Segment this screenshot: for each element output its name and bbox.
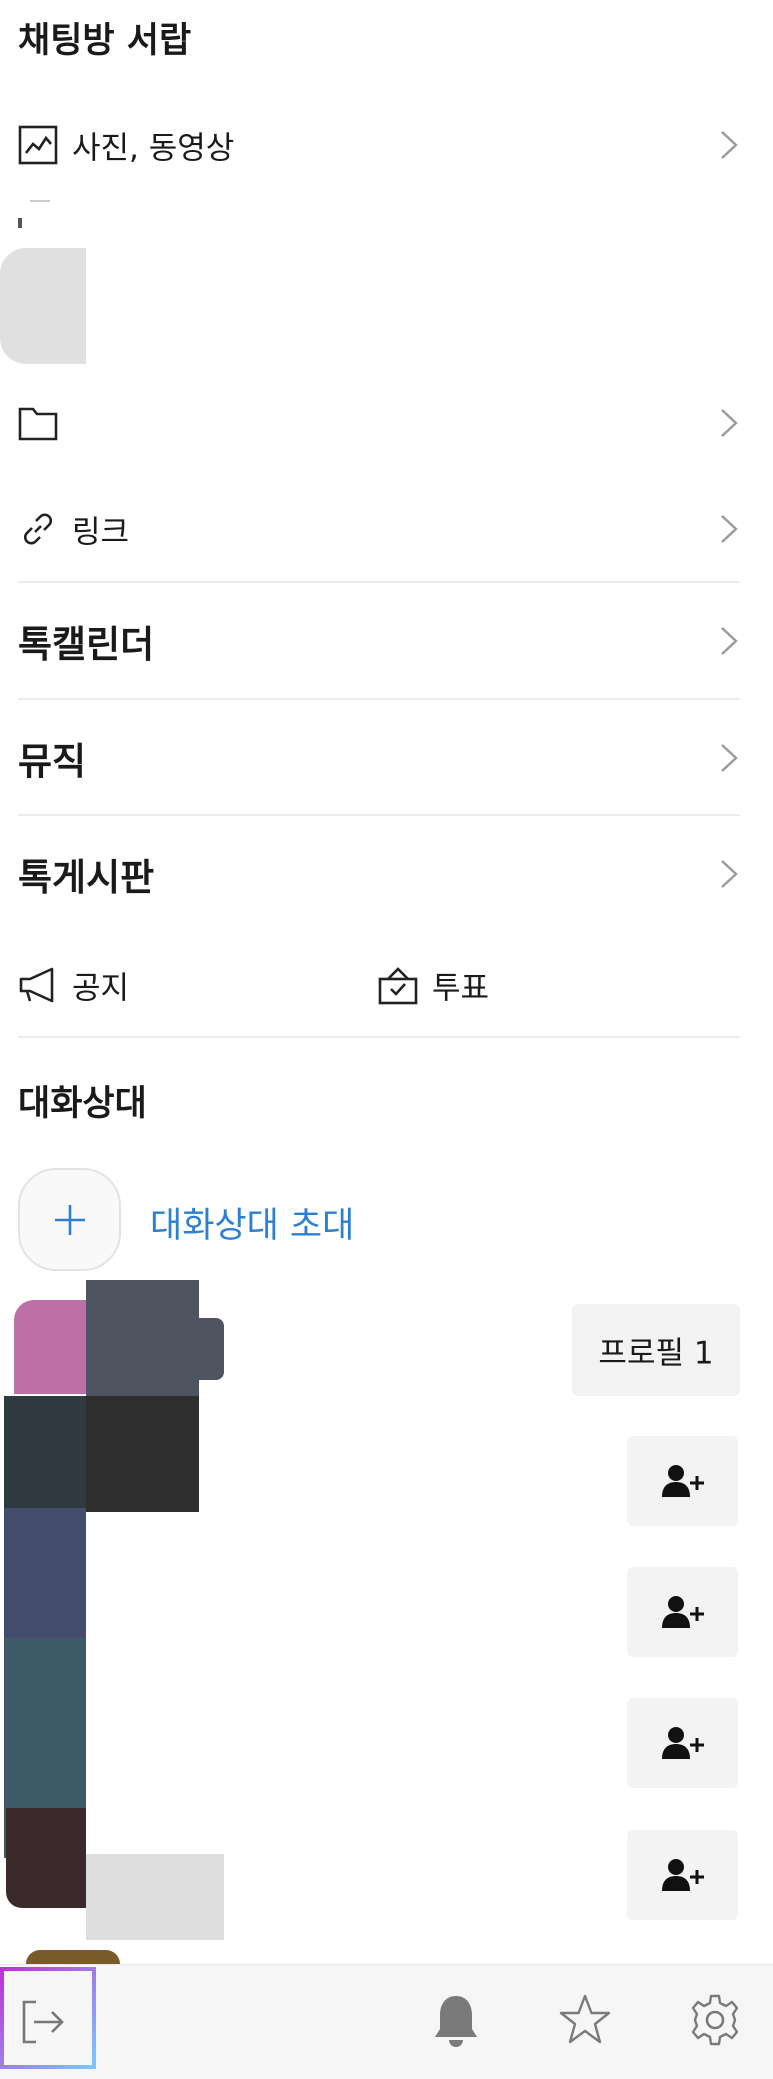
star-icon[interactable] bbox=[558, 1993, 612, 2047]
add-friend-button[interactable] bbox=[627, 1436, 738, 1526]
megaphone-icon bbox=[18, 965, 58, 1005]
ballot-box-icon bbox=[378, 965, 418, 1005]
add-friend-button[interactable] bbox=[627, 1830, 738, 1920]
exit-button-highlight[interactable] bbox=[0, 1967, 96, 2069]
vote-label: 투표 bbox=[432, 970, 490, 1007]
image-icon bbox=[18, 125, 58, 165]
profile-button-label: 프로필 1 bbox=[598, 1335, 714, 1372]
bottom-toolbar bbox=[0, 1964, 773, 2079]
folder-icon bbox=[18, 403, 58, 443]
divider bbox=[18, 1036, 740, 1038]
profile-button[interactable]: 프로필 1 bbox=[572, 1304, 740, 1396]
notice-label: 공지 bbox=[72, 970, 130, 1007]
notice-action[interactable]: 공지 bbox=[0, 940, 360, 1030]
add-friend-button[interactable] bbox=[627, 1698, 738, 1788]
chevron-right-icon bbox=[721, 744, 738, 772]
media-thumbnail-redacted bbox=[0, 248, 86, 364]
file-row[interactable] bbox=[0, 378, 773, 468]
thumbnail-tick bbox=[18, 218, 22, 228]
talk-calendar-row[interactable]: 톡캘린더 bbox=[0, 583, 773, 699]
link-label: 링크 bbox=[72, 514, 130, 551]
media-row[interactable]: 사진, 동영상 bbox=[0, 100, 773, 190]
link-icon bbox=[18, 509, 58, 549]
member-avatar-redacted bbox=[6, 1808, 86, 1908]
bell-icon[interactable] bbox=[433, 1993, 479, 2047]
music-row[interactable]: 뮤직 bbox=[0, 700, 773, 816]
talk-calendar-label: 톡캘린더 bbox=[18, 623, 155, 666]
music-label: 뮤직 bbox=[18, 740, 87, 783]
add-user-icon bbox=[661, 1596, 704, 1628]
plus-icon bbox=[54, 1204, 85, 1235]
talk-board-label: 톡게시판 bbox=[18, 856, 155, 899]
thumbnail-dash bbox=[30, 200, 50, 202]
member-name-redacted bbox=[86, 1396, 199, 1512]
chevron-right-icon bbox=[721, 627, 738, 655]
chevron-right-icon bbox=[721, 860, 738, 888]
talk-board-row[interactable]: 톡게시판 bbox=[0, 816, 773, 932]
gear-icon[interactable] bbox=[688, 1993, 742, 2047]
drawer-title: 채팅방 서랍 bbox=[18, 21, 192, 61]
member-avatar-redacted bbox=[4, 1396, 86, 1508]
members-title: 대화상대 bbox=[18, 1084, 147, 1124]
invite-button[interactable] bbox=[18, 1168, 121, 1271]
member-name-redacted bbox=[86, 1854, 224, 1940]
member-avatar-redacted bbox=[4, 1508, 86, 1638]
member-avatar-redacted bbox=[26, 1950, 120, 1964]
media-label: 사진, 동영상 bbox=[72, 130, 235, 167]
add-user-icon bbox=[661, 1859, 704, 1891]
link-row[interactable]: 링크 bbox=[0, 484, 773, 574]
member-avatar-redacted bbox=[14, 1300, 86, 1394]
add-user-icon bbox=[661, 1465, 704, 1497]
chevron-right-icon bbox=[721, 409, 738, 437]
add-friend-button[interactable] bbox=[627, 1567, 738, 1657]
add-user-icon bbox=[661, 1727, 704, 1759]
chevron-right-icon bbox=[721, 131, 738, 159]
vote-action[interactable]: 투표 bbox=[360, 940, 760, 1030]
chevron-right-icon bbox=[721, 515, 738, 543]
invite-label[interactable]: 대화상대 초대 bbox=[150, 1197, 354, 1248]
member-name-redacted bbox=[180, 1318, 224, 1380]
